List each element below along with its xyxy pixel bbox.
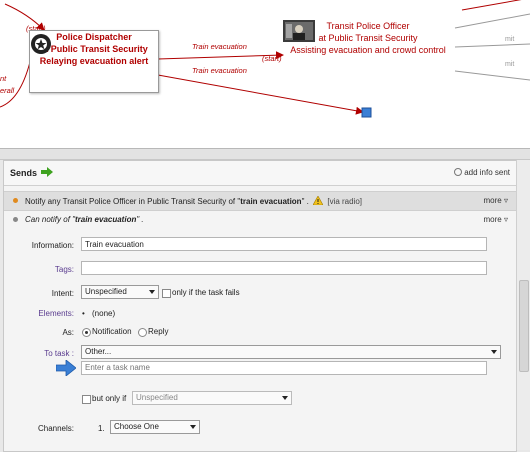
intent-fail-checkbox[interactable]: [162, 289, 171, 298]
dispatcher-node[interactable]: Police Dispatcher at Public Transit Secu…: [29, 30, 159, 93]
green-arrow-icon: [41, 167, 53, 177]
flow2-desc-prefix: Can notify of ": [25, 215, 75, 224]
dropdown-arrow-icon: [190, 425, 196, 429]
flow1-more-label: more: [483, 196, 502, 205]
flow-desc-prefix: Notify any Transit Police Officer in Pub…: [25, 197, 241, 206]
blue-target-node[interactable]: [361, 107, 372, 118]
intent-fail-label: only if the task fails: [172, 288, 240, 297]
chevron-down-icon: ▿: [503, 215, 508, 224]
flow1-more-menu[interactable]: more ▿: [484, 196, 508, 205]
side-label-nt: nt: [0, 74, 7, 83]
warning-icon: [312, 195, 324, 206]
police-badge-icon: [31, 34, 51, 54]
mit-label-1: mit: [505, 36, 515, 43]
flow2-description: Can notify of "train evacuation" .: [25, 215, 144, 224]
add-info-sent-label: add info sent: [464, 168, 510, 177]
flow2-more-menu[interactable]: more ▿: [484, 215, 508, 224]
pane-splitter[interactable]: [0, 149, 530, 160]
side-label-erall: erall: [0, 86, 15, 95]
but-only-if-label: but only if: [92, 394, 127, 403]
but-only-if-select[interactable]: Unspecified: [132, 391, 292, 405]
chevron-down-icon: ▿: [503, 196, 508, 205]
flow-bullet-icon: [13, 198, 18, 203]
flow-row-notify[interactable]: Notify any Transit Police Officer in Pub…: [4, 191, 516, 211]
dropdown-arrow-icon: [282, 396, 288, 400]
flow-diagram[interactable]: (start) nt erall Police Dispatcher at Pu…: [0, 0, 530, 149]
officer-line-3: Assisting evacuation and crowd control: [290, 45, 446, 55]
as-reply-label: Reply: [148, 327, 169, 336]
elements-label[interactable]: Elements:: [4, 309, 74, 318]
start-label-mid: (start): [262, 54, 282, 63]
tags-input[interactable]: [81, 261, 487, 275]
connector-train-evacuation-bottom: [157, 74, 364, 115]
officer-node[interactable]: Transit Police Officer at Public Transit…: [283, 20, 453, 56]
information-input[interactable]: Train evacuation: [81, 237, 487, 251]
dropdown-arrow-icon: [491, 350, 497, 354]
as-notification-label: Notification: [92, 327, 132, 336]
as-label: As:: [62, 328, 74, 337]
channels-label: Channels:: [37, 424, 74, 433]
flow-label-top: Train evacuation: [192, 42, 247, 51]
intent-select-value: Unspecified: [85, 287, 127, 296]
add-info-sent-link[interactable]: add info sent: [454, 168, 510, 177]
flow2-bullet-icon: [13, 217, 18, 222]
officer-photo-icon: [283, 20, 315, 42]
sends-header: Sends add info sent: [4, 161, 516, 186]
but-only-if-select-value: Unspecified: [136, 393, 178, 402]
channel-index: 1.: [98, 424, 105, 433]
flow-desc-name: train evacuation: [240, 197, 302, 206]
flow2-more-label: more: [483, 215, 502, 224]
to-task-select[interactable]: Other...: [81, 345, 501, 359]
dispatcher-line-3: Relaying evacuation alert: [39, 56, 149, 66]
channel-select[interactable]: Choose One: [110, 420, 200, 434]
connector-officer-out-3: [454, 70, 530, 81]
but-only-if-checkbox[interactable]: [82, 395, 91, 404]
to-task-select-value: Other...: [85, 347, 112, 356]
intent-label: Intent:: [51, 289, 74, 298]
flow-row-can-notify[interactable]: Can notify of "train evacuation" . more …: [4, 211, 516, 229]
to-task-label[interactable]: To task :: [4, 349, 74, 358]
blue-pointer-arrow-icon: [56, 360, 76, 376]
connector-top-right: [461, 0, 522, 11]
connector-officer-out-2: [454, 43, 530, 48]
flow-desc-suffix: " .: [301, 197, 309, 206]
channel-select-value: Choose One: [114, 422, 159, 431]
connector-left-curve: [0, 61, 31, 108]
panel-scrollbar[interactable]: [516, 160, 530, 450]
flow2-desc-name: train evacuation: [74, 215, 137, 224]
elements-value: (none): [92, 309, 116, 318]
flow-channel-note: [via radio]: [327, 197, 363, 206]
connector-officer-out-1: [454, 13, 530, 29]
tags-label[interactable]: Tags:: [4, 265, 74, 274]
scrollbar-thumb[interactable]: [519, 280, 529, 372]
dropdown-arrow-icon: [149, 290, 155, 294]
flow-description: Notify any Transit Police Officer in Pub…: [25, 195, 363, 206]
information-label: Information:: [31, 241, 74, 250]
as-reply-radio[interactable]: [138, 328, 147, 337]
sends-title: Sends: [10, 168, 38, 178]
as-notification-radio[interactable]: [82, 328, 91, 337]
sends-panel: Sends add info sent Notify any Transit P…: [3, 160, 517, 452]
flow-label-bottom: Train evacuation: [192, 66, 247, 75]
elements-bullet-icon: •: [82, 309, 85, 318]
flow2-desc-suffix: " .: [136, 215, 144, 224]
task-name-input[interactable]: [81, 361, 487, 375]
add-circle-icon: [454, 168, 463, 176]
intent-select[interactable]: Unspecified: [81, 285, 159, 299]
mit-label-2: mit: [505, 61, 515, 68]
